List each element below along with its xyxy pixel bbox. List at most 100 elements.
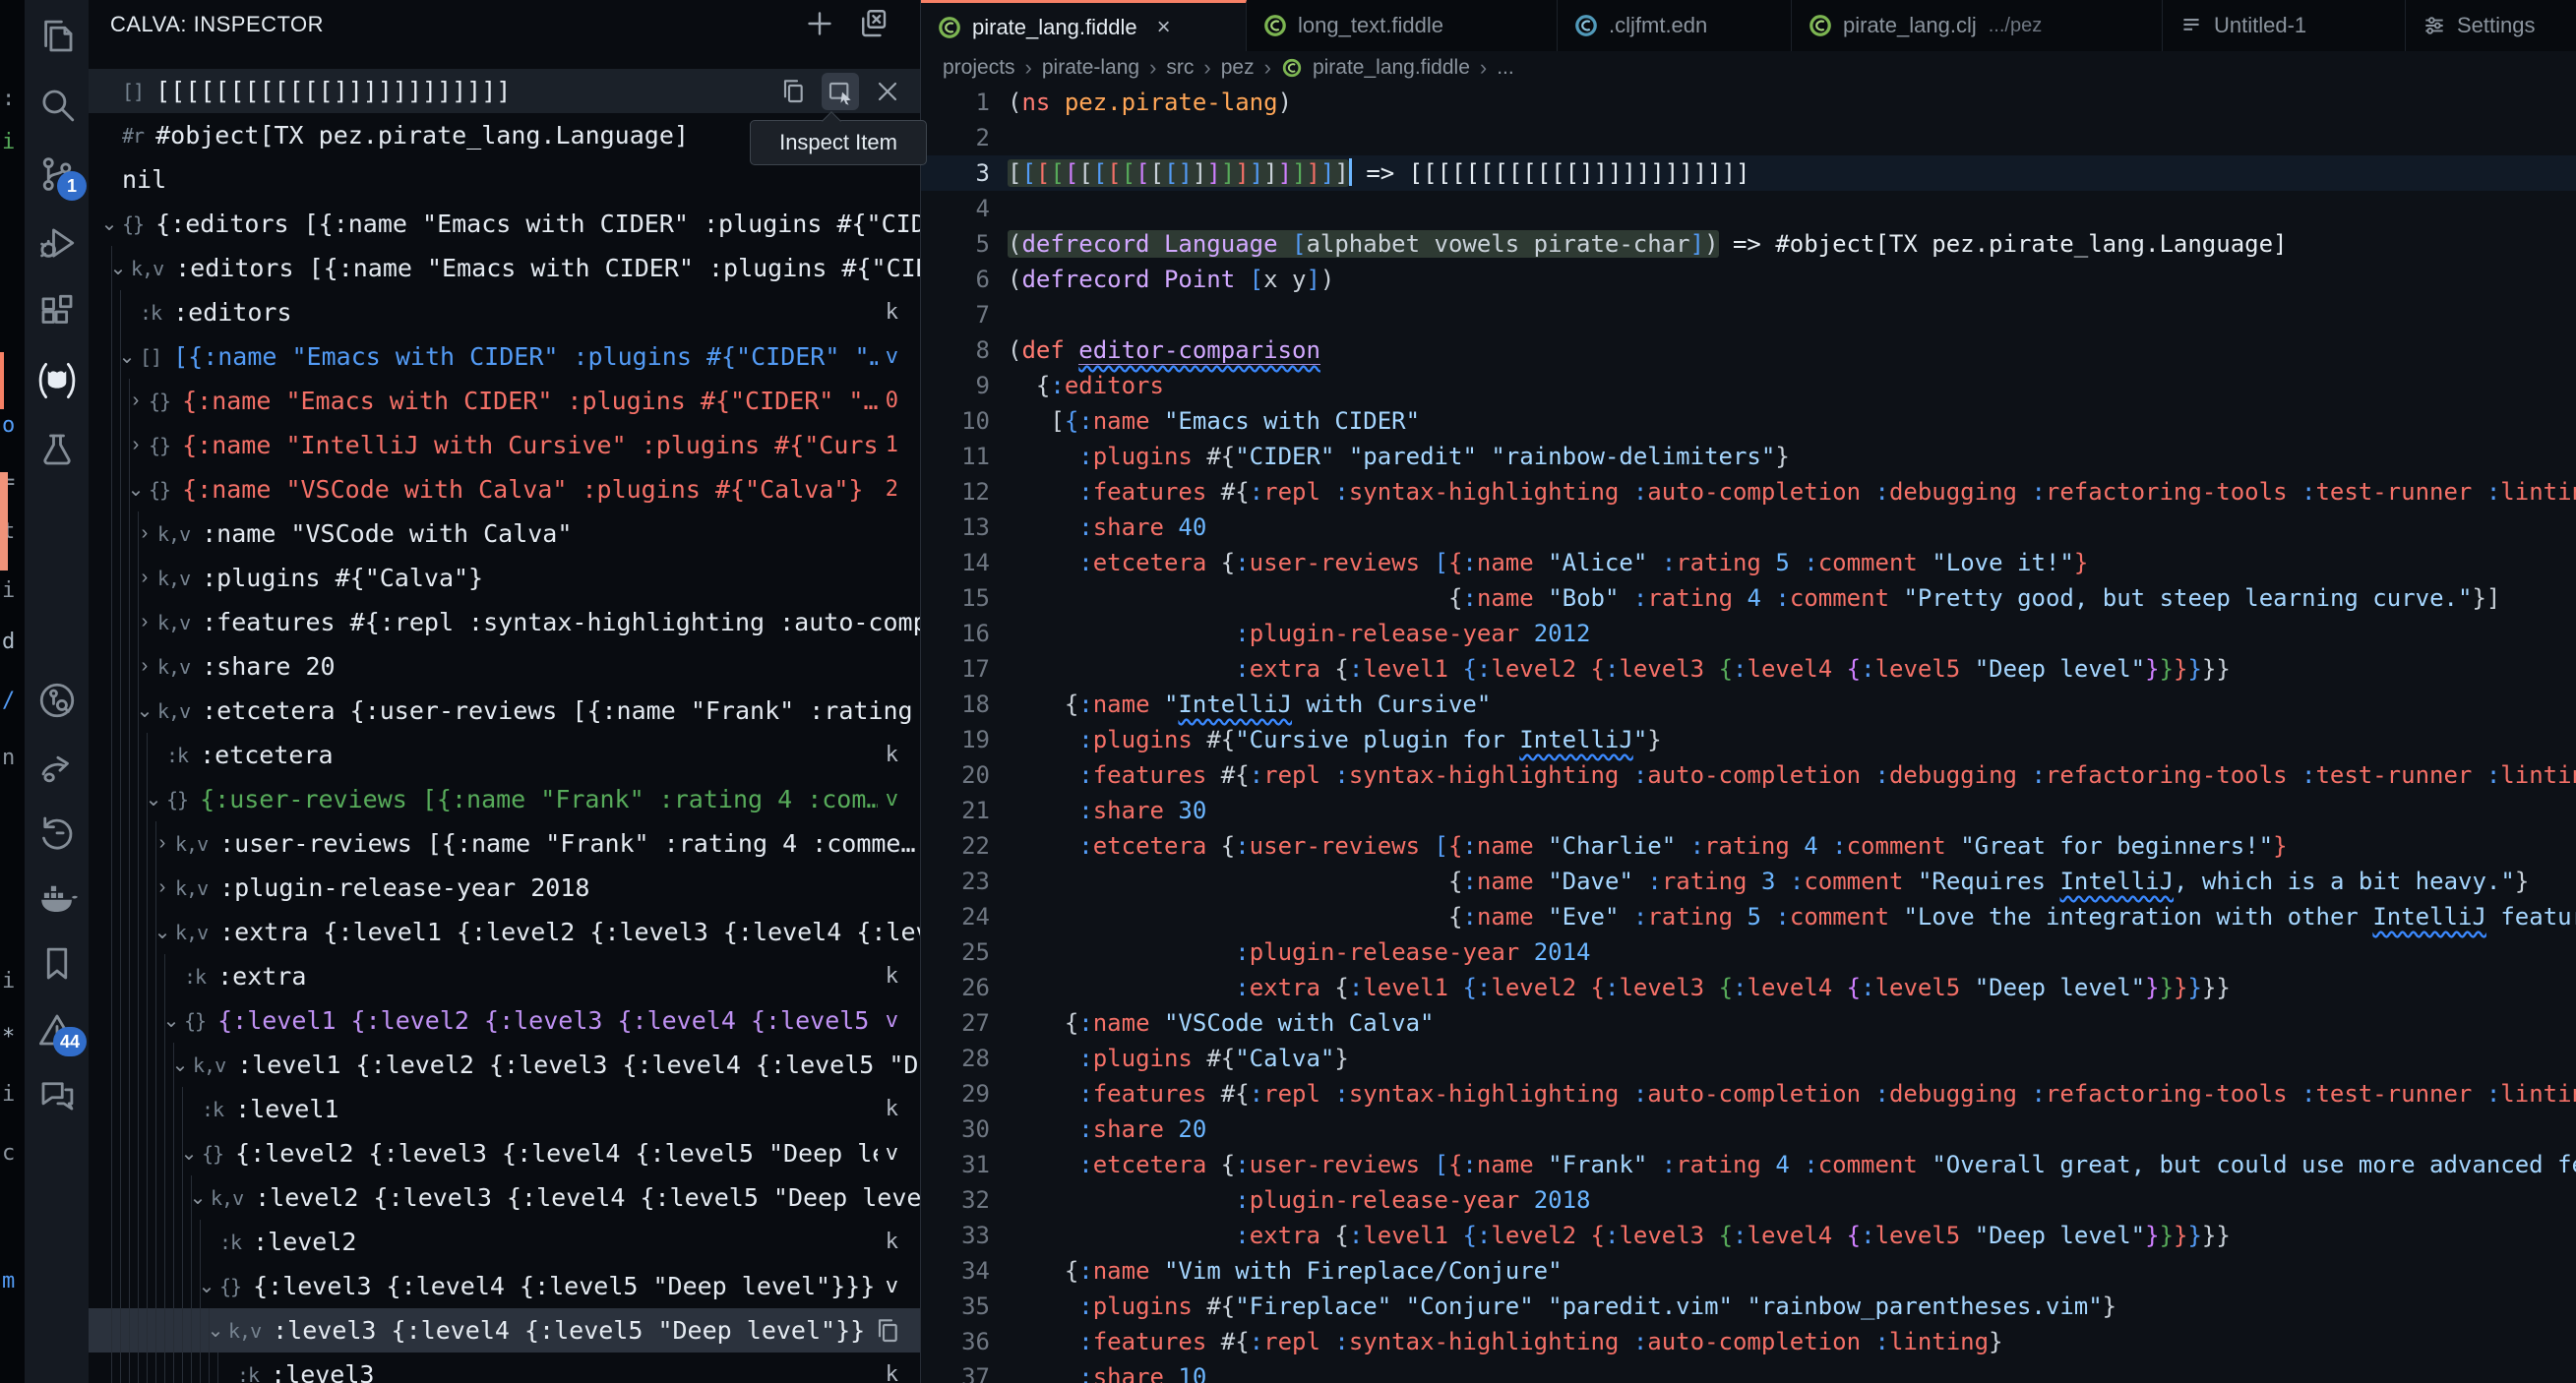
- chevron-down-icon[interactable]: ⌄: [150, 920, 175, 944]
- indent-guide: [147, 954, 148, 998]
- tab-Settings[interactable]: Settings: [2406, 0, 2576, 51]
- breadcrumb-item[interactable]: pez: [1221, 56, 1255, 80]
- breadcrumb-item[interactable]: src: [1166, 56, 1194, 80]
- chevron-right-icon[interactable]: ›: [132, 655, 157, 678]
- line-text: (ns pez.pirate-lang): [1008, 89, 1293, 116]
- chevron-down-icon[interactable]: ⌄: [123, 477, 149, 502]
- tree-row[interactable]: › k,v:user-reviews [{:name "Frank" :ratin…: [89, 821, 920, 866]
- tree-row[interactable]: ⌄ k,v:etcetera {:user-reviews [{:name "Fr…: [89, 689, 920, 733]
- inspector-tree[interactable]: [][[[[[[[[[[[[]]]]]]]]]]]] #r #object[TX p…: [89, 69, 920, 1383]
- tree-row[interactable]: › k,v:plugins #{"Calva"}: [89, 556, 920, 600]
- tree-row[interactable]: ⌄{} {:level2 {:level3 {:level4 {:level5 "…: [89, 1131, 920, 1175]
- tree-row[interactable]: › k,v:plugin-release-year 2018: [89, 866, 920, 910]
- indent-guide: [111, 910, 112, 954]
- chevron-right-icon[interactable]: ›: [150, 876, 175, 899]
- chevron-right-icon[interactable]: ›: [150, 832, 175, 855]
- activity-search-icon[interactable]: [25, 77, 89, 134]
- tree-row[interactable]: :k:level1 k: [89, 1087, 920, 1131]
- tree-row[interactable]: ⌄{} {:level1 {:level2 {:level3 {:level4 {…: [89, 998, 920, 1043]
- chevron-right-icon[interactable]: ›: [132, 567, 157, 589]
- copy-icon[interactable]: [774, 73, 812, 110]
- code-area[interactable]: 1 (ns pez.pirate-lang) 2 3[[[[[[[[[[[[]]]]]…: [921, 85, 2576, 1383]
- tree-row[interactable]: › k,v:name "VSCode with Calva": [89, 511, 920, 556]
- tree-row[interactable]: ⌄ k,v:extra {:level1 {:level2 {:level3 {:…: [89, 910, 920, 954]
- chevron-right-icon[interactable]: ›: [132, 522, 157, 545]
- breadcrumb-item[interactable]: projects: [943, 56, 1015, 80]
- indent-guide: [111, 334, 112, 379]
- chevron-down-icon[interactable]: ⌄: [167, 1052, 193, 1077]
- tree-row[interactable]: ⌄{} {:editors [{:name "Emacs with CIDER" …: [89, 202, 920, 246]
- chevron-down-icon[interactable]: ⌄: [132, 698, 157, 723]
- tree-row[interactable]: ›{} {:name "IntelliJ with Cursive" :plugi…: [89, 423, 920, 467]
- breadcrumb[interactable]: projects › pirate-lang › src › pez › pirate_lang…: [921, 51, 2576, 85]
- close-icon[interactable]: ×: [1157, 14, 1171, 41]
- chevron-down-icon[interactable]: ⌄: [203, 1318, 228, 1343]
- tree-row[interactable]: › k,v:features #{:repl :syntax-highlighti…: [89, 600, 920, 644]
- chevron-right-icon[interactable]: ›: [123, 390, 149, 412]
- tree-row[interactable]: :k:editors k: [89, 290, 920, 334]
- line-number: 10: [961, 407, 990, 435]
- tab-.cljfmt.edn[interactable]: .cljfmt.edn: [1558, 0, 1792, 51]
- inspect-icon[interactable]: [822, 72, 859, 110]
- tree-row[interactable]: ⌄ k,v:level2 {:level3 {:level4 {:level5 "…: [89, 1175, 920, 1220]
- tree-row[interactable]: :k:level2 k: [89, 1220, 920, 1264]
- line-number: 33: [961, 1222, 990, 1249]
- activity-bookmarks-icon[interactable]: [25, 935, 89, 992]
- activity-source-control-icon[interactable]: 1: [25, 146, 89, 203]
- activity-linter-warning-icon[interactable]: 44: [25, 1001, 89, 1058]
- code-line: 2: [921, 120, 2576, 155]
- chevron-down-icon[interactable]: ⌄: [96, 211, 122, 236]
- type-badge: {}: [122, 211, 145, 236]
- breadcrumb-item[interactable]: pirate_lang.fiddle: [1313, 56, 1470, 80]
- chevron-right-icon[interactable]: ›: [123, 434, 149, 456]
- activity-history-icon[interactable]: [25, 804, 89, 861]
- chevron-down-icon[interactable]: ⌄: [114, 344, 140, 369]
- close-icon[interactable]: [869, 73, 906, 110]
- clear-all-icon[interactable]: [855, 6, 890, 46]
- breadcrumb-item[interactable]: ...: [1497, 56, 1514, 80]
- chevron-down-icon[interactable]: ⌄: [176, 1141, 202, 1166]
- tab-long_text.fiddle[interactable]: long_text.fiddle: [1247, 0, 1558, 51]
- indent-guide: [129, 379, 130, 423]
- chevron-down-icon[interactable]: ⌄: [185, 1185, 211, 1210]
- tree-row[interactable]: :k:etcetera k: [89, 733, 920, 777]
- tree-row[interactable]: ⌄ k,v:editors [{:name "Emacs with CIDER" …: [89, 246, 920, 290]
- tree-row[interactable]: ⌄[] [{:name "Emacs with CIDER" :plugins #…: [89, 334, 920, 379]
- activity-extensions-icon[interactable]: [25, 283, 89, 340]
- line-text: :share 10: [1078, 1363, 1207, 1383]
- tree-row[interactable]: ⌄{} {:level3 {:level4 {:level5 "Deep leve…: [89, 1264, 920, 1308]
- tab-pirate_lang.fiddle[interactable]: pirate_lang.fiddle ×: [921, 0, 1247, 51]
- activity-run-debug-icon[interactable]: [25, 214, 89, 271]
- tree-row[interactable]: ⌄{} {:name "VSCode with Calva" :plugins #…: [89, 467, 920, 511]
- chevron-down-icon[interactable]: ⌄: [141, 787, 166, 812]
- tree-row[interactable]: :k:level3 k: [89, 1353, 920, 1383]
- activity-comments-icon[interactable]: [25, 1067, 89, 1124]
- chevron-down-icon[interactable]: ⌄: [158, 1008, 184, 1033]
- chevron-down-icon[interactable]: ⌄: [194, 1274, 219, 1298]
- indent-guide: [155, 1220, 156, 1264]
- activity-test-beaker-icon[interactable]: [25, 421, 89, 478]
- tree-row[interactable]: :k:extra k: [89, 954, 920, 998]
- tree-row-text: {:name "VSCode with Calva" :plugins #{"C…: [182, 475, 878, 504]
- chevron-right-icon[interactable]: ›: [132, 611, 157, 633]
- chevron-down-icon[interactable]: ⌄: [105, 256, 131, 280]
- tree-row[interactable]: › k,v:share 20: [89, 644, 920, 689]
- code-line: 33 :extra {:level1 {:level2 {:level3 {:l…: [921, 1218, 2576, 1253]
- tab-Untitled-1[interactable]: Untitled-1: [2163, 0, 2406, 51]
- tree-row[interactable]: ⌄ k,v:level3 {:level4 {:level5 "Deep leve…: [89, 1308, 920, 1353]
- tree-row[interactable]: [][[[[[[[[[[[[]]]]]]]]]]]]: [89, 69, 920, 113]
- copy-icon[interactable]: [869, 1312, 906, 1350]
- sidebar-editor-divider[interactable]: [920, 0, 921, 1383]
- tree-row[interactable]: ⌄{} {:user-reviews [{:name "Frank" :ratin…: [89, 777, 920, 821]
- activity-files-icon[interactable]: [25, 8, 89, 65]
- tree-row[interactable]: ›{} {:name "Emacs with CIDER" :plugins #{…: [89, 379, 920, 423]
- breadcrumb-item[interactable]: pirate-lang: [1042, 56, 1139, 80]
- plus-icon[interactable]: [802, 6, 837, 46]
- activity-docker-icon[interactable]: [25, 870, 89, 927]
- activity-live-share-icon[interactable]: [25, 738, 89, 795]
- activity-gitlens-icon[interactable]: [25, 672, 89, 729]
- tree-row[interactable]: ⌄ k,v:level1 {:level2 {:level3 {:level4 {…: [89, 1043, 920, 1087]
- tab-pirate_lang.clj[interactable]: pirate_lang.clj .../pez: [1792, 0, 2163, 51]
- activity-calva-icon[interactable]: [25, 352, 89, 409]
- code-line: 21 :share 30: [921, 793, 2576, 828]
